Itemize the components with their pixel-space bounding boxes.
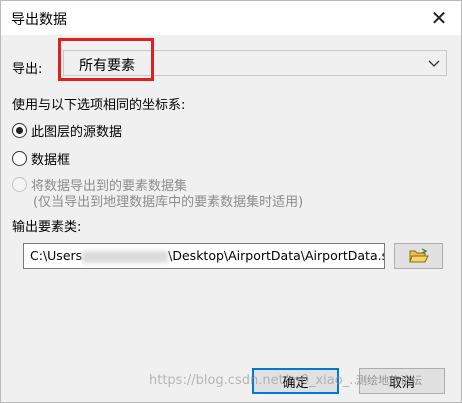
close-icon: ✕ [430,6,448,30]
export-data-dialog: 导出数据 ✕ 导出: 所有要素 使用与以下选项相同的坐标系: 此图层的源数据 数… [0,0,462,403]
close-button[interactable]: ✕ [419,1,459,35]
output-feature-class-label: 输出要素类: [12,220,82,235]
coordinate-system-label: 使用与以下选项相同的坐标系: [12,98,186,113]
export-label: 导出: [12,62,43,77]
radio-data-frame-label: 数据框 [31,153,71,168]
radio-layer-source[interactable]: 此图层的源数据 [12,121,122,140]
radio-button[interactable] [12,151,27,166]
title-bar: 导出数据 ✕ [1,1,461,35]
watermark-url: https://blog.csdn.net/m0_xiao_... [149,373,362,388]
path-prefix: C:\Users [30,248,83,263]
radio-data-frame[interactable]: 数据框 [12,149,70,168]
output-path-field[interactable]: C:\Users \Desktop\AirportData\AirportData… [23,243,385,269]
radio-button-disabled [12,177,27,192]
browse-button[interactable] [394,243,443,269]
annotation-highlight-box [58,38,154,81]
radio-layer-source-label: 此图层的源数据 [31,125,123,140]
folder-open-icon [408,248,429,263]
feature-dataset-note: (仅当导出到地理数据库中的要素数据集时适用) [33,195,304,210]
redacted-username [82,250,169,263]
dialog-title: 导出数据 [11,12,67,28]
chevron-down-icon [428,60,440,67]
path-suffix: \Desktop\AirportData\AirportData.shp [168,248,385,263]
watermark-brand: 测绘地信论坛 [356,374,422,387]
radio-button-checked[interactable] [12,123,27,138]
